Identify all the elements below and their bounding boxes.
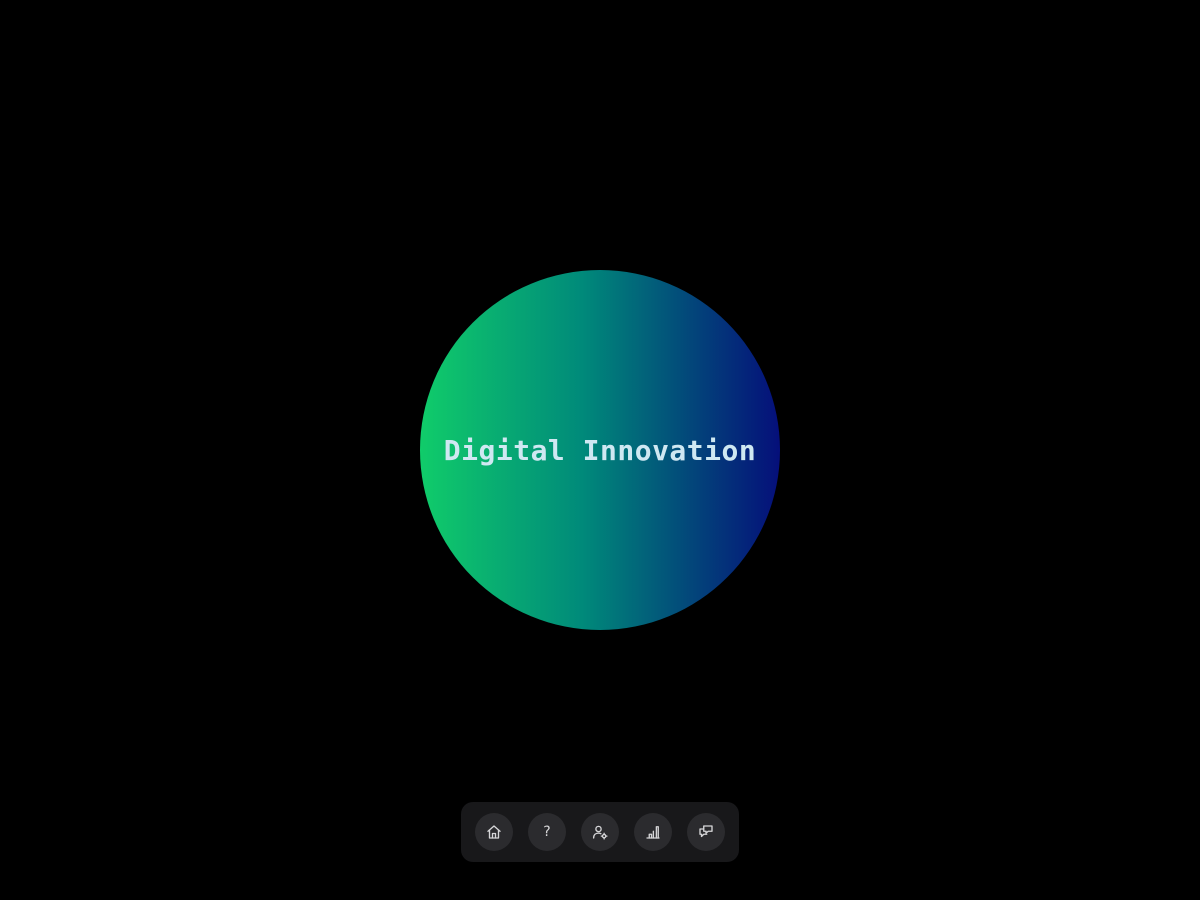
user-settings-icon <box>592 825 608 840</box>
page: Digital Innovation ? <box>0 0 1200 900</box>
chart-icon <box>646 826 660 839</box>
bottom-dock: ? <box>461 802 739 862</box>
analytics-button[interactable] <box>634 813 672 851</box>
user-settings-button[interactable] <box>581 813 619 851</box>
help-button[interactable]: ? <box>528 813 566 851</box>
hero-title: Digital Innovation <box>443 433 757 467</box>
home-button[interactable] <box>475 813 513 851</box>
hero-orb: Digital Innovation <box>420 270 780 630</box>
chat-bubbles-icon <box>699 825 713 838</box>
chat-button[interactable] <box>687 813 725 851</box>
question-mark-icon: ? <box>543 824 551 840</box>
home-icon <box>487 825 501 839</box>
